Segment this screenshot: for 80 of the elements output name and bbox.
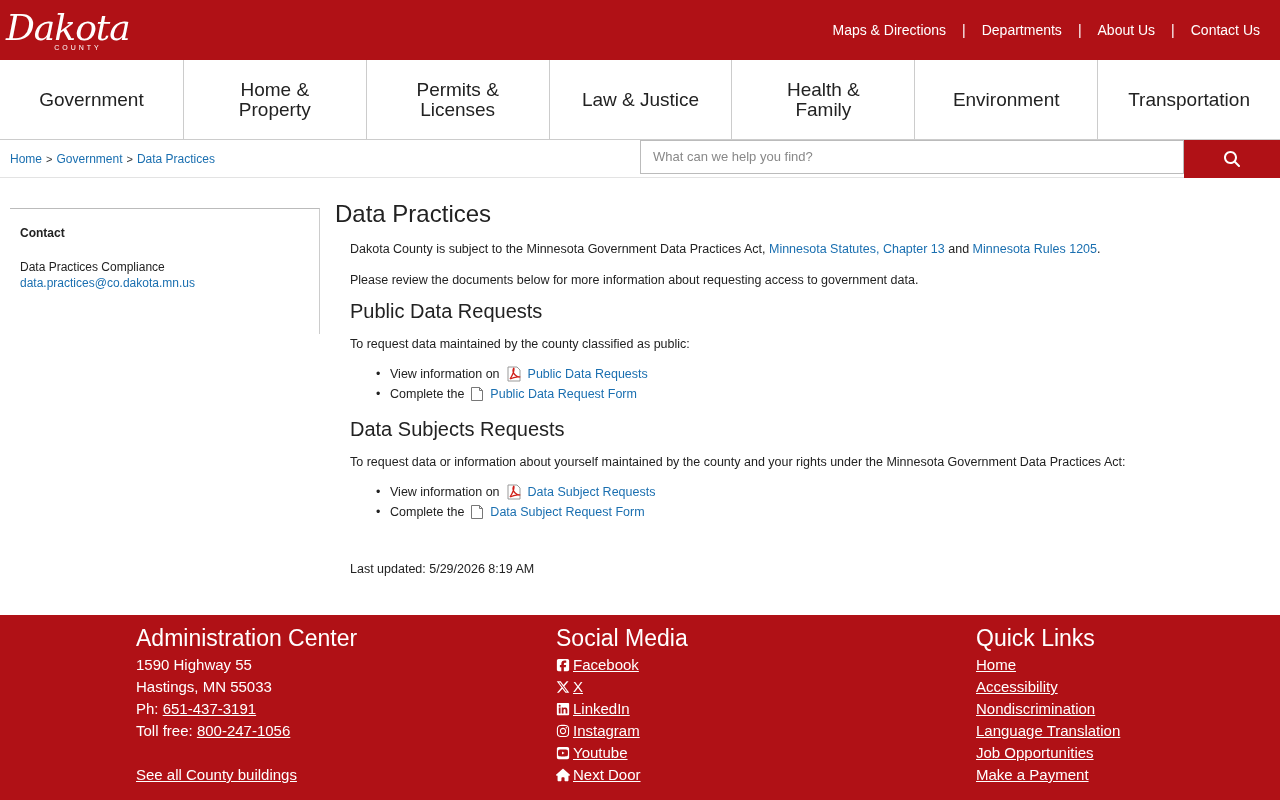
document-link[interactable]: Data Subject Request Form: [490, 502, 645, 522]
statutes-link[interactable]: Minnesota Statutes, Chapter 13: [768, 242, 945, 256]
quick-link[interactable]: Make a Payment: [976, 766, 1089, 783]
bullet: •: [376, 504, 382, 521]
breadcrumb-separator: >: [46, 152, 53, 165]
social-link[interactable]: Youtube: [556, 742, 976, 764]
social-link[interactable]: Next Door: [556, 764, 976, 786]
phone-link[interactable]: 800-247-1056: [196, 722, 291, 739]
social-link[interactable]: X: [556, 676, 976, 698]
footer-heading: Administration Center: [136, 625, 359, 652]
top-link[interactable]: Departments: [981, 22, 1062, 38]
sidebar-heading: Contact: [20, 226, 66, 240]
bullet: •: [376, 366, 382, 383]
house-icon: [556, 768, 570, 782]
social-link[interactable]: Facebook: [556, 654, 976, 676]
last-updated: Last updated: 5/29/2026 8:19 AM: [350, 562, 536, 576]
bullet: •: [376, 386, 382, 403]
separator: |: [962, 22, 966, 38]
linkedin-icon: [556, 702, 570, 716]
quick-link[interactable]: Accessibility: [976, 678, 1058, 695]
nav-item[interactable]: Permits & Licenses: [365, 60, 549, 139]
top-link[interactable]: Contact Us: [1190, 22, 1260, 38]
quick-link[interactable]: Home: [976, 656, 1016, 673]
contact-name: Data Practices Compliance: [20, 260, 166, 274]
separator: |: [1077, 22, 1082, 38]
document-icon: [470, 386, 485, 402]
section-heading: Public Data Requests: [350, 300, 544, 323]
search-icon: [1224, 150, 1240, 167]
pdf-icon: [505, 484, 522, 500]
top-link[interactable]: About Us: [1097, 22, 1156, 38]
document-link[interactable]: Public Data Request Form: [490, 384, 637, 404]
document-link[interactable]: Data Subject Requests: [527, 482, 656, 502]
nav-item[interactable]: Transportation: [1097, 60, 1280, 139]
section-heading: Data Subjects Requests: [350, 418, 566, 441]
nav-item[interactable]: Government: [0, 60, 183, 139]
item-text: View information on: [390, 366, 500, 383]
breadcrumb-separator: >: [126, 152, 133, 165]
instagram-icon: [556, 724, 570, 738]
breadcrumb-link[interactable]: Home: [10, 151, 42, 166]
intro-paragraph: Dakota County is subject to the Minnesota Government Data Practices Act, Minnesota Statutes, Chapter 13 and Minnesota Rules 1205.: [350, 242, 1102, 256]
nav-item[interactable]: Environment: [914, 60, 1098, 139]
pdf-icon: [505, 366, 522, 382]
facebook-icon: [556, 658, 570, 672]
search-button[interactable]: [1184, 139, 1280, 178]
nav-item[interactable]: Home & Property: [182, 60, 366, 139]
intro-paragraph: Please review the documents below for more information about requesting access to government data.: [350, 273, 920, 287]
item-text: Complete the: [390, 504, 465, 521]
item-text: Complete the: [390, 386, 465, 403]
separator: |: [1171, 22, 1175, 38]
email-link[interactable]: data.practices@co.dakota.mn.us: [20, 276, 309, 290]
bullet: •: [376, 484, 382, 501]
quick-link[interactable]: Nondiscrimination: [976, 700, 1096, 717]
quick-link[interactable]: Language Translation: [976, 722, 1121, 739]
document-icon: [470, 504, 485, 520]
breadcrumb-link[interactable]: Data Practices: [136, 151, 215, 166]
page-title: Data Practices: [335, 200, 493, 228]
x-icon: [556, 680, 570, 694]
nav-item[interactable]: Health & Family: [731, 60, 915, 139]
tollfree-label: Toll free:: [136, 722, 193, 739]
section-text: To request data maintained by the county classified as public:: [350, 337, 691, 351]
youtube-icon: [556, 746, 570, 760]
rules-link[interactable]: Minnesota Rules 1205: [972, 242, 1097, 256]
section-text: To request data or information about yourself maintained by the county and your rights under the Minnesota Government Data Practices Act:: [350, 455, 1127, 469]
top-link[interactable]: Maps & Directions: [832, 22, 947, 38]
address-line: 1590 Highway 55: [136, 655, 253, 675]
social-link[interactable]: Instagram: [556, 720, 976, 742]
footer-heading: Social Media: [556, 625, 689, 652]
document-link[interactable]: Public Data Requests: [527, 364, 648, 384]
buildings-link[interactable]: See all County buildings: [136, 766, 297, 783]
phone-label: Ph:: [136, 700, 159, 717]
nav-item[interactable]: Law & Justice: [548, 60, 732, 139]
address-line: Hastings, MN 55033: [136, 677, 273, 697]
footer-heading: Quick Links: [976, 625, 1096, 652]
social-link[interactable]: LinkedIn: [556, 698, 976, 720]
breadcrumb-link[interactable]: Government: [56, 151, 123, 166]
phone-link[interactable]: 651-437-3191: [162, 700, 257, 717]
logo-wordmark[interactable]: Dakota: [6, 9, 130, 46]
quick-link[interactable]: Job Opportunities: [976, 744, 1094, 761]
item-text: View information on: [390, 484, 500, 501]
search-field[interactable]: What can we help you find?: [640, 139, 1184, 174]
